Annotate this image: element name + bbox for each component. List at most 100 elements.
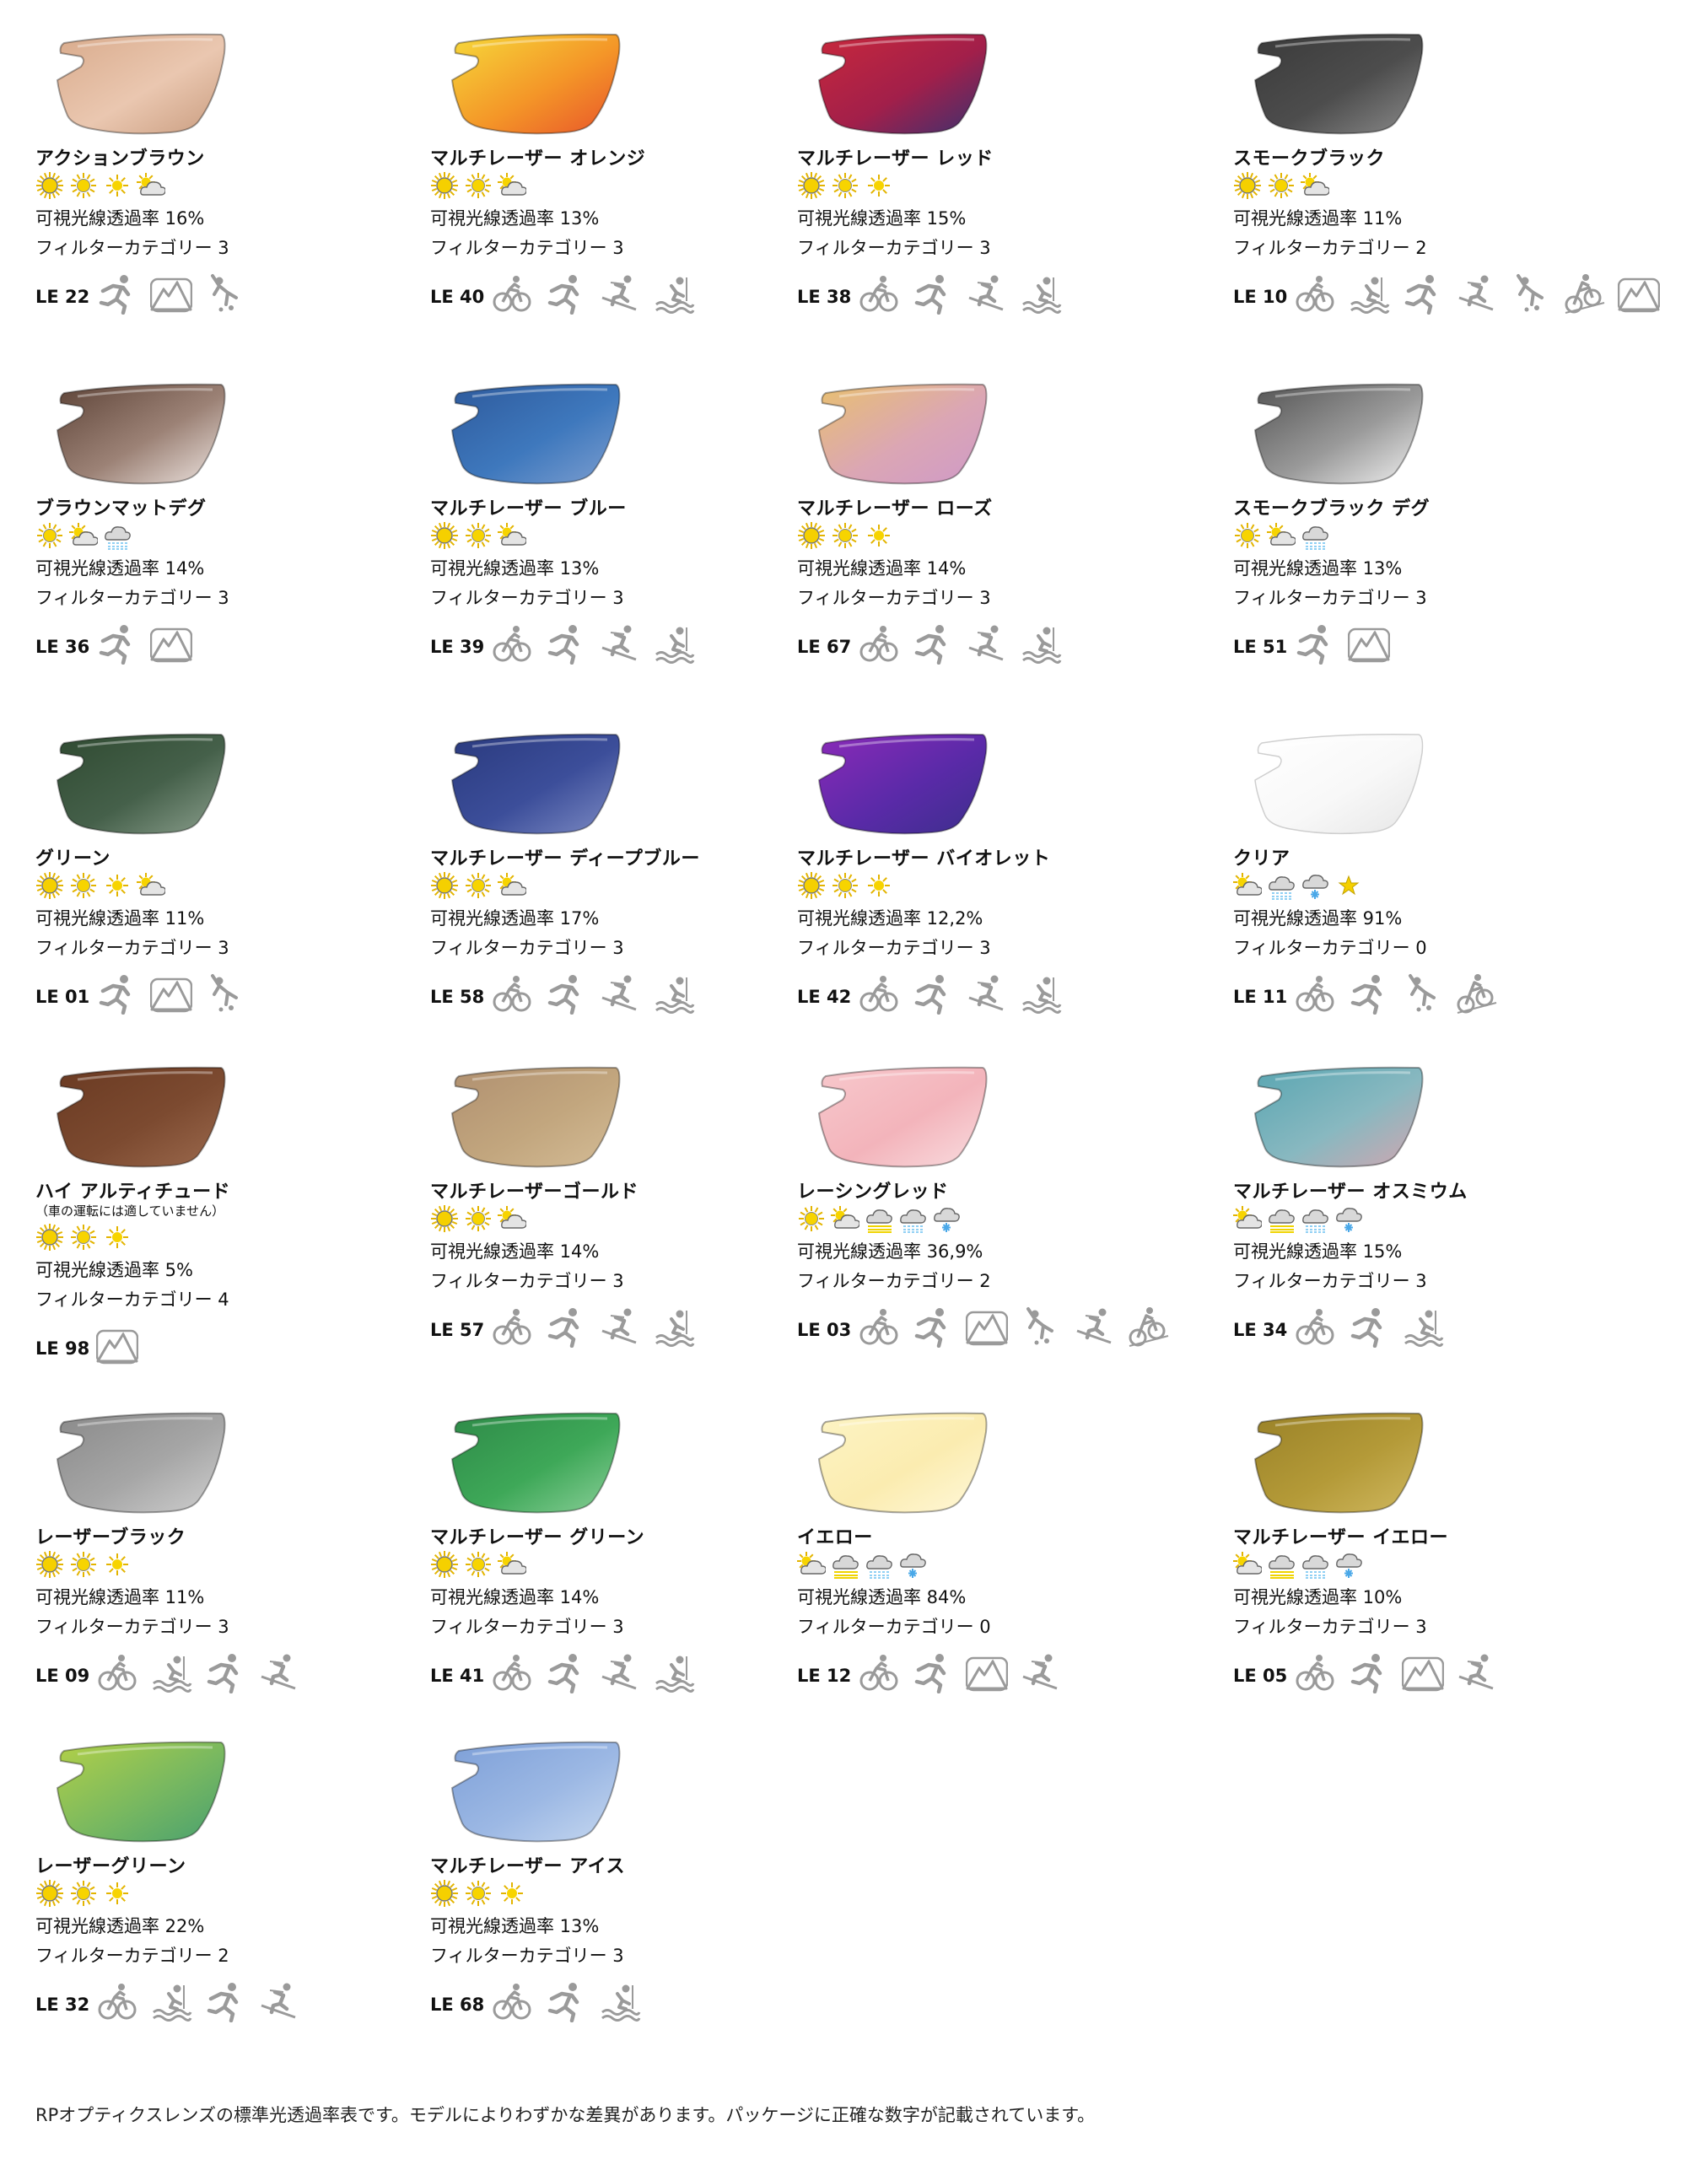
sport-icons bbox=[96, 272, 246, 315]
lens-card: マルチレーザー オレンジ 可視光線透過率 13% フィルターカテゴリー 3 LE 40 bbox=[430, 21, 827, 358]
cycling-icon bbox=[491, 272, 533, 315]
transmission-text: 可視光線透過率 11% bbox=[35, 908, 205, 929]
sun-cloud-icon bbox=[1267, 521, 1296, 550]
filter-category-text: フィルターカテゴリー 4 bbox=[35, 1289, 229, 1310]
lens-code: LE 38 bbox=[797, 287, 852, 307]
lens-name: スモークブラック bbox=[1233, 148, 1386, 170]
lens-name: レーザーグリーン bbox=[35, 1856, 186, 1877]
transmission-text: 可視光線透過率 11% bbox=[1233, 208, 1403, 229]
cycling-icon bbox=[858, 972, 900, 1015]
running-icon bbox=[912, 1651, 954, 1694]
transmission-text: 可視光線透過率 5% bbox=[35, 1260, 193, 1280]
water-icon bbox=[653, 1651, 695, 1693]
sun-cloud-icon bbox=[498, 1550, 527, 1579]
sun-cloud-icon bbox=[1233, 1550, 1263, 1579]
weather-icons bbox=[1233, 869, 1363, 902]
cloud-rain-icon bbox=[1301, 521, 1329, 550]
cycling-icon bbox=[491, 1980, 533, 2022]
sun-cloud-icon bbox=[1301, 171, 1330, 200]
cycling-icon bbox=[96, 1980, 138, 2022]
running-icon bbox=[1348, 972, 1390, 1015]
running-icon bbox=[545, 1651, 587, 1694]
cloud-rain-icon bbox=[1301, 1204, 1329, 1233]
filter-category-text: フィルターカテゴリー 3 bbox=[430, 1946, 624, 1966]
transmission-text: 可視光線透過率 14% bbox=[430, 1587, 600, 1607]
lens-card: レーザーグリーン 可視光線透過率 22% フィルターカテゴリー 2 LE 32 bbox=[35, 1729, 432, 2066]
climbing-icon bbox=[204, 272, 246, 315]
sun-small-icon bbox=[103, 1223, 132, 1252]
filter-category-text: フィルターカテゴリー 3 bbox=[797, 938, 991, 958]
weather-icons bbox=[35, 1876, 132, 1910]
mtb-icon bbox=[1456, 972, 1498, 1015]
water-icon bbox=[599, 1980, 641, 2022]
lens-image bbox=[52, 28, 229, 137]
filter-category-text: フィルターカテゴリー 3 bbox=[35, 1617, 229, 1637]
cycling-icon bbox=[491, 622, 533, 665]
sun-icon bbox=[69, 1879, 98, 1908]
sun-bright-icon bbox=[35, 1879, 64, 1908]
sun-icon bbox=[464, 521, 493, 550]
sun-cloud-icon bbox=[1233, 1204, 1263, 1233]
star-icon bbox=[1334, 871, 1363, 900]
lens-image bbox=[447, 728, 624, 837]
weather-icons bbox=[1233, 1548, 1363, 1581]
cloud-fog-icon bbox=[831, 1550, 859, 1579]
lens-card: アクションブラウン 可視光線透過率 16% フィルターカテゴリー 3 LE 22 bbox=[35, 21, 432, 358]
lens-card: マルチレーザー バイオレット 可視光線透過率 12,2% フィルターカテゴリー 3 L… bbox=[797, 721, 1193, 1058]
sun-icon bbox=[35, 521, 64, 550]
running-icon bbox=[545, 1306, 587, 1349]
lens-image bbox=[52, 728, 229, 837]
lens-code: LE 36 bbox=[35, 637, 90, 657]
sport-icons bbox=[1294, 972, 1498, 1015]
lens-name: グリーン bbox=[35, 848, 110, 870]
weather-icons bbox=[797, 519, 893, 552]
mtb-icon bbox=[1564, 272, 1606, 315]
transmission-text: 可視光線透過率 91% bbox=[1233, 908, 1403, 929]
filter-category-text: フィルターカテゴリー 2 bbox=[1233, 238, 1427, 258]
sport-icons bbox=[491, 972, 695, 1015]
mountain-icon bbox=[149, 272, 193, 315]
running-icon bbox=[204, 1980, 246, 2023]
sport-icons bbox=[491, 1980, 641, 2023]
sun-small-icon bbox=[103, 1550, 132, 1579]
running-icon bbox=[1402, 272, 1444, 315]
sport-icons bbox=[96, 622, 193, 665]
transmission-text: 可視光線透過率 14% bbox=[797, 558, 967, 579]
cloud-rain-icon bbox=[898, 1204, 927, 1233]
ski-icon bbox=[258, 1980, 300, 2022]
weather-icons bbox=[797, 169, 893, 202]
ski-icon bbox=[966, 622, 1008, 665]
cycling-icon bbox=[96, 1651, 138, 1693]
lens-code: LE 58 bbox=[430, 987, 485, 1007]
sport-icons bbox=[96, 1651, 300, 1694]
sun-icon bbox=[464, 171, 493, 200]
sport-icons bbox=[858, 972, 1062, 1015]
lens-card: イエロー 可視光線透過率 84% フィルターカテゴリー 0 LE 12 bbox=[797, 1400, 1193, 1737]
sun-icon bbox=[464, 871, 493, 900]
lens-image bbox=[814, 1061, 991, 1171]
lens-image bbox=[1250, 1061, 1427, 1171]
ski-icon bbox=[1074, 1306, 1116, 1348]
filter-category-text: フィルターカテゴリー 0 bbox=[797, 1617, 991, 1637]
lens-code: LE 03 bbox=[797, 1320, 852, 1340]
weather-icons bbox=[35, 1220, 132, 1254]
sport-icons bbox=[858, 1306, 1170, 1349]
weather-icons bbox=[35, 1548, 132, 1581]
filter-category-text: フィルターカテゴリー 0 bbox=[1233, 938, 1427, 958]
lens-note: （車の運転には適していません） bbox=[35, 1203, 225, 1219]
sun-icon bbox=[464, 1204, 493, 1233]
sun-bright-icon bbox=[35, 171, 64, 200]
sport-icons bbox=[1294, 1306, 1444, 1349]
mountain-icon bbox=[1617, 272, 1661, 315]
mountain-icon bbox=[149, 972, 193, 1015]
lens-image bbox=[814, 378, 991, 487]
lens-card: マルチレーザー イエロー 可視光線透過率 10% フィルターカテゴリー 3 LE 05 bbox=[1233, 1400, 1630, 1737]
weather-icons bbox=[35, 169, 166, 202]
cloud-fog-icon bbox=[865, 1204, 893, 1233]
weather-icons bbox=[35, 869, 166, 902]
lens-card: マルチレーザー ディープブルー 可視光線透過率 17% フィルターカテゴリー 3 LE… bbox=[430, 721, 827, 1058]
lens-code: LE 09 bbox=[35, 1666, 90, 1686]
lens-card: レーシングレッド 可視光線透過率 36,9% フィルターカテゴリー 2 LE 03 bbox=[797, 1054, 1193, 1392]
lens-card: マルチレーザー ブルー 可視光線透過率 13% フィルターカテゴリー 3 LE 39 bbox=[430, 371, 827, 708]
water-icon bbox=[653, 1306, 695, 1348]
